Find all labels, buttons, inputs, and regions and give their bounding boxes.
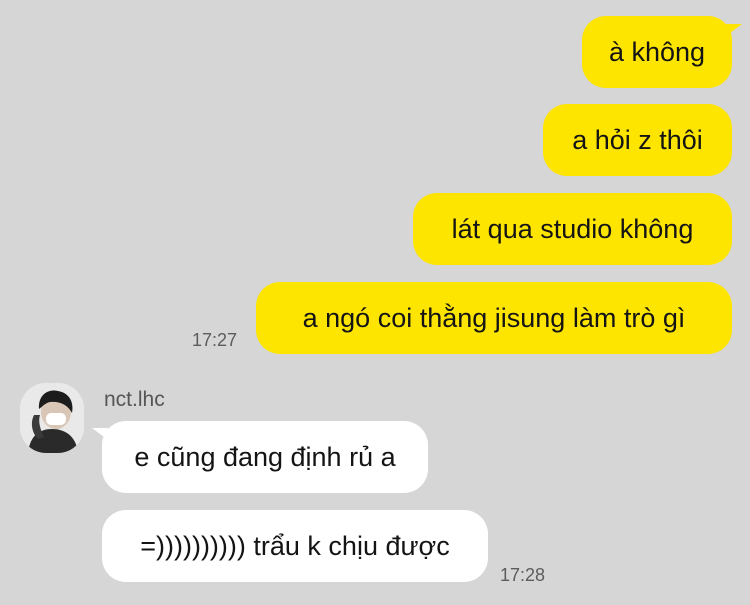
message-text: e cũng đang định rủ a (134, 441, 396, 472)
message-text: a hỏi z thôi (572, 124, 703, 155)
incoming-message-1[interactable]: e cũng đang định rủ a (102, 421, 428, 493)
incoming-timestamp: 17:28 (500, 565, 546, 585)
sender-name: nct.lhc (104, 388, 165, 411)
bubble-tail (726, 24, 742, 36)
message-text: lát qua studio không (451, 213, 694, 244)
message-text: a ngó coi thằng jisung làm trò gì (302, 302, 686, 333)
outgoing-timestamp: 17:27 (192, 330, 238, 350)
outgoing-message-2[interactable]: a hỏi z thôi (543, 104, 732, 176)
profile-photo-icon (20, 383, 84, 453)
message-text: =)))))))))) trẩu k chịu được (140, 530, 450, 561)
outgoing-message-3[interactable]: lát qua studio không (413, 193, 732, 265)
bubble-tail (92, 428, 108, 440)
incoming-message-2[interactable]: =)))))))))) trẩu k chịu được (102, 510, 488, 582)
avatar[interactable] (20, 383, 84, 453)
message-text: à không (608, 36, 706, 67)
outgoing-message-4[interactable]: a ngó coi thằng jisung làm trò gì (256, 282, 732, 354)
outgoing-message-1[interactable]: à không (582, 16, 732, 88)
